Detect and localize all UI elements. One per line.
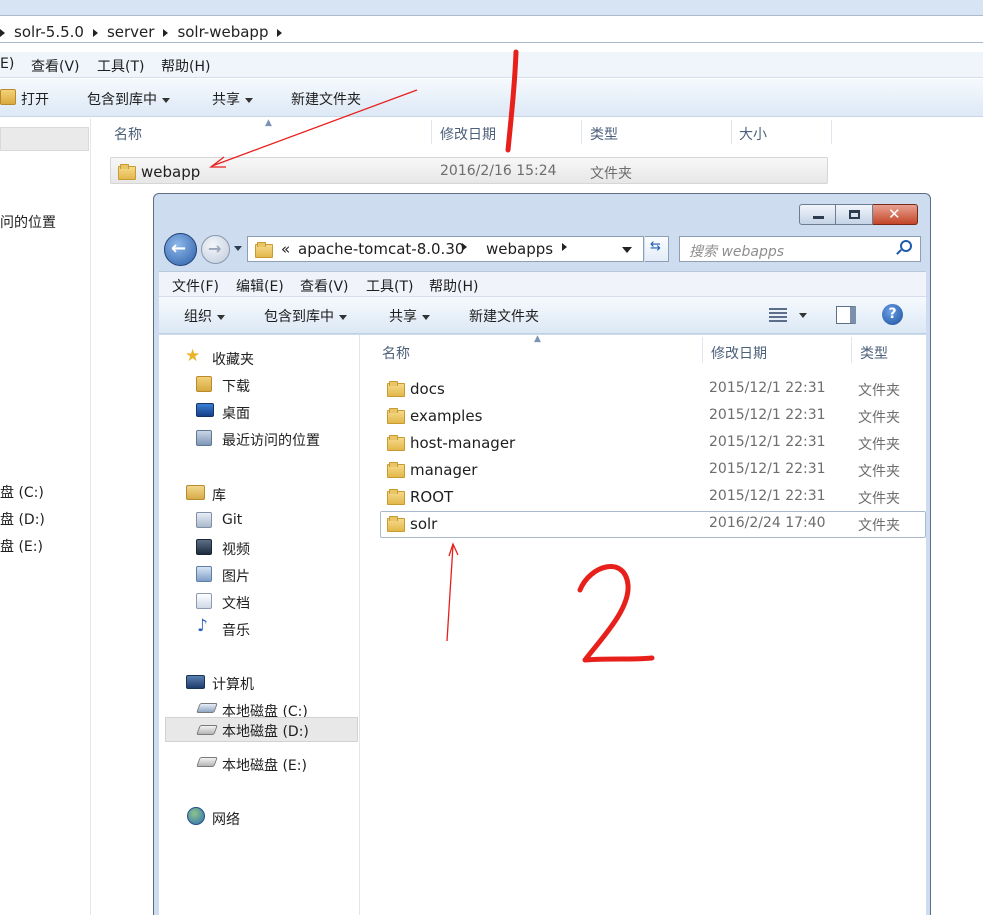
annotation-overlay — [209, 49, 655, 663]
annotation-mark-2 — [577, 564, 655, 663]
annotation-arrow-webapp — [209, 89, 418, 168]
annotation-arrow-solr — [446, 542, 459, 642]
annotation-mark-1 — [505, 49, 519, 153]
